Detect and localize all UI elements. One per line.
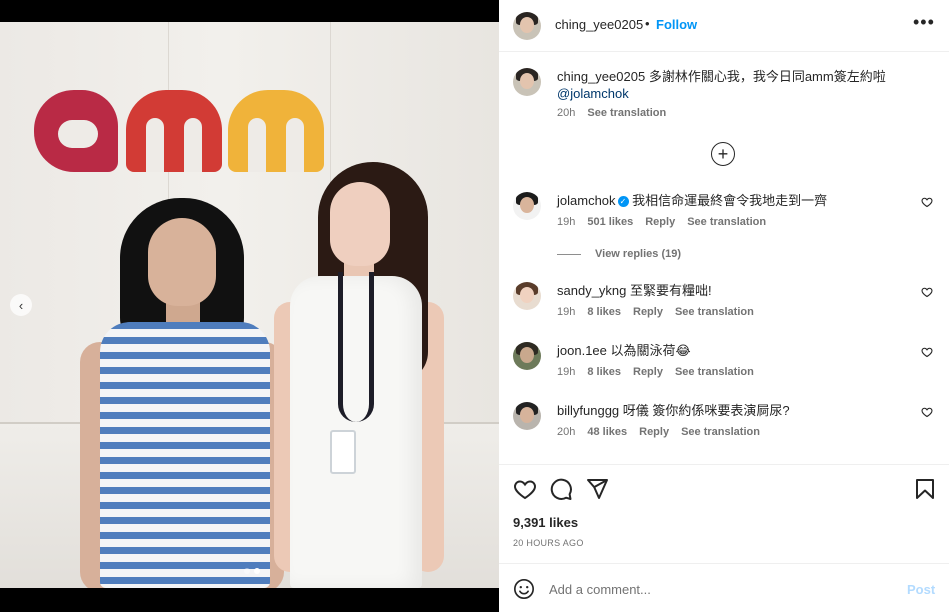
avatar-face (520, 197, 534, 213)
chevron-left-icon: ‹ (18, 297, 24, 313)
comment-username[interactable]: billyfunggg (557, 403, 619, 418)
caption-meta: 20h See translation (557, 107, 666, 119)
amm-logo-cutout (248, 118, 266, 172)
post-comment-button[interactable]: Post (907, 582, 935, 597)
comment-see-translation-link[interactable]: See translation (681, 426, 760, 438)
comment-like-heart-icon[interactable] (921, 346, 933, 358)
comment-likes[interactable]: 8 likes (587, 306, 621, 318)
comment-see-translation-link[interactable]: See translation (687, 216, 766, 228)
comment-body: jolamchok ✓ 我相信命運最終會令我地走到一齊 (557, 192, 897, 209)
more-options-icon[interactable]: ••• (913, 12, 935, 33)
comment-body: billyfunggg 呀儀 簽你約係咪要表演屙尿? (557, 402, 897, 419)
caption-body: 多謝林作關心我，我今日同amm簽左約啦 (648, 69, 886, 84)
caption-time: 20h (557, 107, 576, 119)
comment-meta: 19h 8 likes Reply See translation (557, 306, 754, 318)
comment-bubble-icon[interactable] (549, 477, 573, 501)
person-left-face (148, 218, 216, 306)
avatar-face (520, 17, 534, 33)
avatar[interactable] (513, 342, 541, 370)
comment-like-heart-icon[interactable] (921, 196, 933, 208)
avatar[interactable] (513, 192, 541, 220)
likes-count[interactable]: 9,391 likes (513, 515, 578, 530)
amm-logo-letter-m (126, 90, 222, 172)
follow-button[interactable]: Follow (656, 17, 697, 32)
person-left-striped-dress (100, 322, 270, 588)
avatar-face (520, 287, 534, 303)
header-username[interactable]: ching_yee0205 (555, 17, 643, 32)
comment-see-translation-link[interactable]: See translation (675, 306, 754, 318)
comment-likes[interactable]: 8 likes (587, 366, 621, 378)
comment-reply-button[interactable]: Reply (645, 216, 675, 228)
id-badge (330, 430, 356, 474)
avatar[interactable] (513, 68, 541, 96)
post-side-panel: ching_yee0205 • Follow ••• ching_yee0205… (499, 0, 949, 612)
carousel-dot (244, 568, 250, 574)
post-header: ching_yee0205 • Follow ••• (499, 0, 949, 52)
amm-logo (34, 90, 324, 180)
share-paper-plane-icon[interactable] (585, 477, 609, 501)
avatar-face (520, 73, 534, 89)
avatar[interactable] (513, 402, 541, 430)
lanyard (338, 272, 374, 422)
caption-mention-link[interactable]: @jolamchok (557, 86, 629, 101)
comment-text: 我相信命運最終會令我地走到一齊 (632, 193, 828, 208)
comment-reply-button[interactable]: Reply (639, 426, 669, 438)
caption-see-translation-link[interactable]: See translation (587, 107, 666, 119)
view-replies-line (557, 253, 581, 255)
save-bookmark-icon[interactable] (913, 477, 937, 501)
like-heart-icon[interactable] (513, 477, 537, 501)
amm-logo-letter-m (228, 90, 324, 172)
comment-text: 以為關泳荷😂 (610, 343, 691, 358)
caption-username[interactable]: ching_yee0205 (557, 69, 645, 84)
comment-username[interactable]: sandy_ykng (557, 283, 626, 298)
comment-text: 至緊要有糧咄! (630, 283, 712, 298)
view-replies-label: View replies (19) (595, 248, 682, 260)
comment-time: 20h (557, 426, 576, 438)
comment-reply-button[interactable]: Reply (633, 366, 663, 378)
person-right-face (330, 182, 390, 266)
comment-likes[interactable]: 48 likes (587, 426, 627, 438)
comment-body: sandy_ykng 至緊要有糧咄! (557, 282, 897, 299)
comment-composer: Post (499, 563, 949, 612)
comment-username[interactable]: jolamchok (557, 193, 616, 208)
carousel-prev-button[interactable]: ‹ (10, 294, 32, 316)
post-photo[interactable] (0, 22, 499, 588)
comment-reply-button[interactable]: Reply (633, 306, 663, 318)
comment-input[interactable] (549, 578, 879, 600)
comment-see-translation-link[interactable]: See translation (675, 366, 754, 378)
amm-logo-cutout (146, 118, 164, 172)
emoji-icon[interactable] (513, 578, 535, 600)
avatar[interactable] (513, 282, 541, 310)
caption-text: ching_yee0205 多謝林作關心我，我今日同amm簽左約啦 @jolam… (557, 68, 917, 102)
comment-username[interactable]: joon.1ee (557, 343, 607, 358)
actions-divider (499, 464, 949, 465)
separator-dot: • (645, 16, 650, 31)
comment-text: 呀儀 簽你約係咪要表演屙尿? (622, 403, 790, 418)
comment-likes[interactable]: 501 likes (587, 216, 633, 228)
comment-time: 19h (557, 366, 576, 378)
post-media-panel: ‹ (0, 0, 499, 612)
comment-meta: 19h 8 likes Reply See translation (557, 366, 754, 378)
comment-meta: 19h 501 likes Reply See translation (557, 216, 766, 228)
amm-logo-cutout (286, 118, 304, 172)
comment-time: 19h (557, 306, 576, 318)
avatar-face (520, 347, 534, 363)
comment-meta: 20h 48 likes Reply See translation (557, 426, 760, 438)
add-circle-icon[interactable]: + (711, 142, 735, 166)
amm-logo-cutout (58, 120, 98, 148)
post-time-ago: 20 HOURS AGO (513, 538, 584, 548)
carousel-dot-active (254, 568, 260, 574)
comment-time: 19h (557, 216, 576, 228)
view-replies-button[interactable]: View replies (19) (557, 248, 681, 260)
avatar[interactable] (513, 12, 541, 40)
carousel-dots (244, 568, 260, 574)
verified-badge-icon: ✓ (617, 196, 629, 207)
comment-body: joon.1ee 以為關泳荷😂 (557, 342, 897, 359)
comment-like-heart-icon[interactable] (921, 406, 933, 418)
amm-logo-cutout (184, 118, 202, 172)
comment-like-heart-icon[interactable] (921, 286, 933, 298)
avatar-face (520, 407, 534, 423)
